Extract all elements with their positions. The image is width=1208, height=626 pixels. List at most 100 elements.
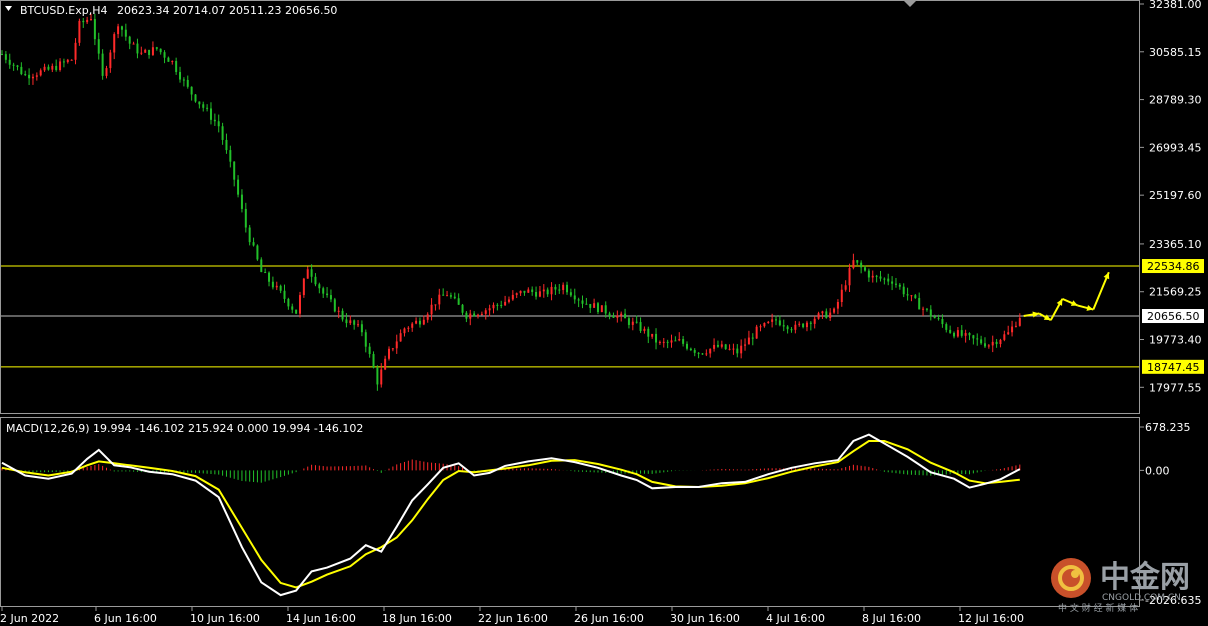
time-tick-label: 22 Jun 16:00 xyxy=(478,612,548,625)
candle-body xyxy=(794,324,797,330)
candle-body xyxy=(968,333,971,336)
candle-body xyxy=(62,61,65,63)
candle-body xyxy=(82,20,85,23)
candle-body xyxy=(995,341,998,345)
candle-body xyxy=(175,60,178,73)
candle-body xyxy=(531,289,534,292)
candle-body xyxy=(151,47,154,55)
candle-body xyxy=(271,281,274,288)
candle-body xyxy=(1003,334,1006,340)
candle-body xyxy=(875,275,878,277)
candle-body xyxy=(163,52,166,58)
candle-body xyxy=(360,324,363,333)
candle-body xyxy=(492,304,495,309)
candle-body xyxy=(504,301,507,306)
candle-body xyxy=(310,269,313,277)
candle-body xyxy=(682,339,685,344)
candle-body xyxy=(206,107,209,109)
candle-body xyxy=(914,295,917,299)
candle-body xyxy=(972,335,975,339)
candle-body xyxy=(655,333,658,343)
candle-body xyxy=(1007,332,1010,335)
candle-body xyxy=(778,320,781,326)
candle-body xyxy=(198,101,201,105)
candle-body xyxy=(716,344,719,347)
candle-body xyxy=(86,19,89,23)
candle-body xyxy=(535,291,538,297)
candle-body xyxy=(411,323,414,328)
candle-body xyxy=(148,49,151,55)
candle-body xyxy=(422,319,425,325)
candle-body xyxy=(256,245,259,260)
candle-body xyxy=(415,320,418,324)
candle-body xyxy=(720,344,723,347)
candle-body xyxy=(368,346,371,355)
candle-body xyxy=(51,65,54,70)
candle-body xyxy=(28,74,31,79)
candle-body xyxy=(442,294,445,296)
symbol-label: BTCUSD.Exp,H4 xyxy=(20,4,108,17)
candle-body xyxy=(357,324,360,326)
time-tick-label: 12 Jul 16:00 xyxy=(958,612,1024,625)
candle-body xyxy=(190,86,193,95)
candle-body xyxy=(945,324,948,330)
candle-body xyxy=(449,295,452,297)
candle-body xyxy=(651,333,654,337)
candle-body xyxy=(155,47,158,49)
candle-body xyxy=(473,313,476,317)
candle-body xyxy=(24,74,27,76)
candle-body xyxy=(70,59,73,61)
candle-body xyxy=(59,61,62,71)
candle-body xyxy=(643,328,646,331)
candle-body xyxy=(558,289,561,291)
time-tick-label: 6 Jun 16:00 xyxy=(94,612,157,625)
candle-body xyxy=(47,66,50,70)
candle-body xyxy=(93,19,96,40)
candle-body xyxy=(755,326,758,339)
candle-body xyxy=(194,94,197,102)
time-tick-label: 26 Jun 16:00 xyxy=(574,612,644,625)
candle-body xyxy=(798,323,801,325)
candle-body xyxy=(391,348,394,350)
candle-body xyxy=(364,332,367,347)
candle-body xyxy=(233,161,236,180)
price-tick-label: 19773.40 xyxy=(1149,334,1202,347)
candle-body xyxy=(817,313,820,319)
candle-body xyxy=(910,295,913,297)
candle-body xyxy=(477,314,480,317)
candle-body xyxy=(647,328,650,337)
time-axis: 2 Jun 2022 6 Jun 16:00 10 Jun 16:00 14 Jun … xyxy=(0,607,1024,625)
candle-body xyxy=(999,339,1002,345)
candle-body xyxy=(891,281,894,284)
candle-body xyxy=(573,295,576,300)
candle-body xyxy=(66,59,69,63)
candle-body xyxy=(438,294,441,305)
candle-body xyxy=(314,276,317,285)
candle-body xyxy=(128,36,131,44)
candle-body xyxy=(639,322,642,331)
candle-body xyxy=(852,260,855,269)
candle-body xyxy=(956,330,959,337)
candle-body xyxy=(507,299,510,302)
candle-body xyxy=(105,68,108,76)
candle-body xyxy=(697,352,700,354)
candle-body xyxy=(713,344,716,349)
candle-body xyxy=(78,20,81,43)
watermark-domain: CNGOLD.COM.CN xyxy=(1102,593,1181,603)
candle-body xyxy=(562,284,565,290)
candle-body xyxy=(566,284,569,293)
candle-body xyxy=(35,75,38,77)
price-tick-label: 26993.45 xyxy=(1149,141,1202,154)
candle-body xyxy=(1011,326,1014,333)
price-tick-label: 28789.30 xyxy=(1149,94,1202,107)
candle-body xyxy=(840,289,843,302)
time-tick-label: 8 Jul 16:00 xyxy=(862,612,921,625)
candle-body xyxy=(844,285,847,290)
candle-body xyxy=(260,259,263,273)
candle-body xyxy=(612,315,615,318)
candle-body xyxy=(395,341,398,349)
candle-body xyxy=(225,139,228,151)
candle-body xyxy=(453,296,456,299)
time-tick-label: 4 Jul 16:00 xyxy=(766,612,825,625)
candle-body xyxy=(144,49,147,53)
